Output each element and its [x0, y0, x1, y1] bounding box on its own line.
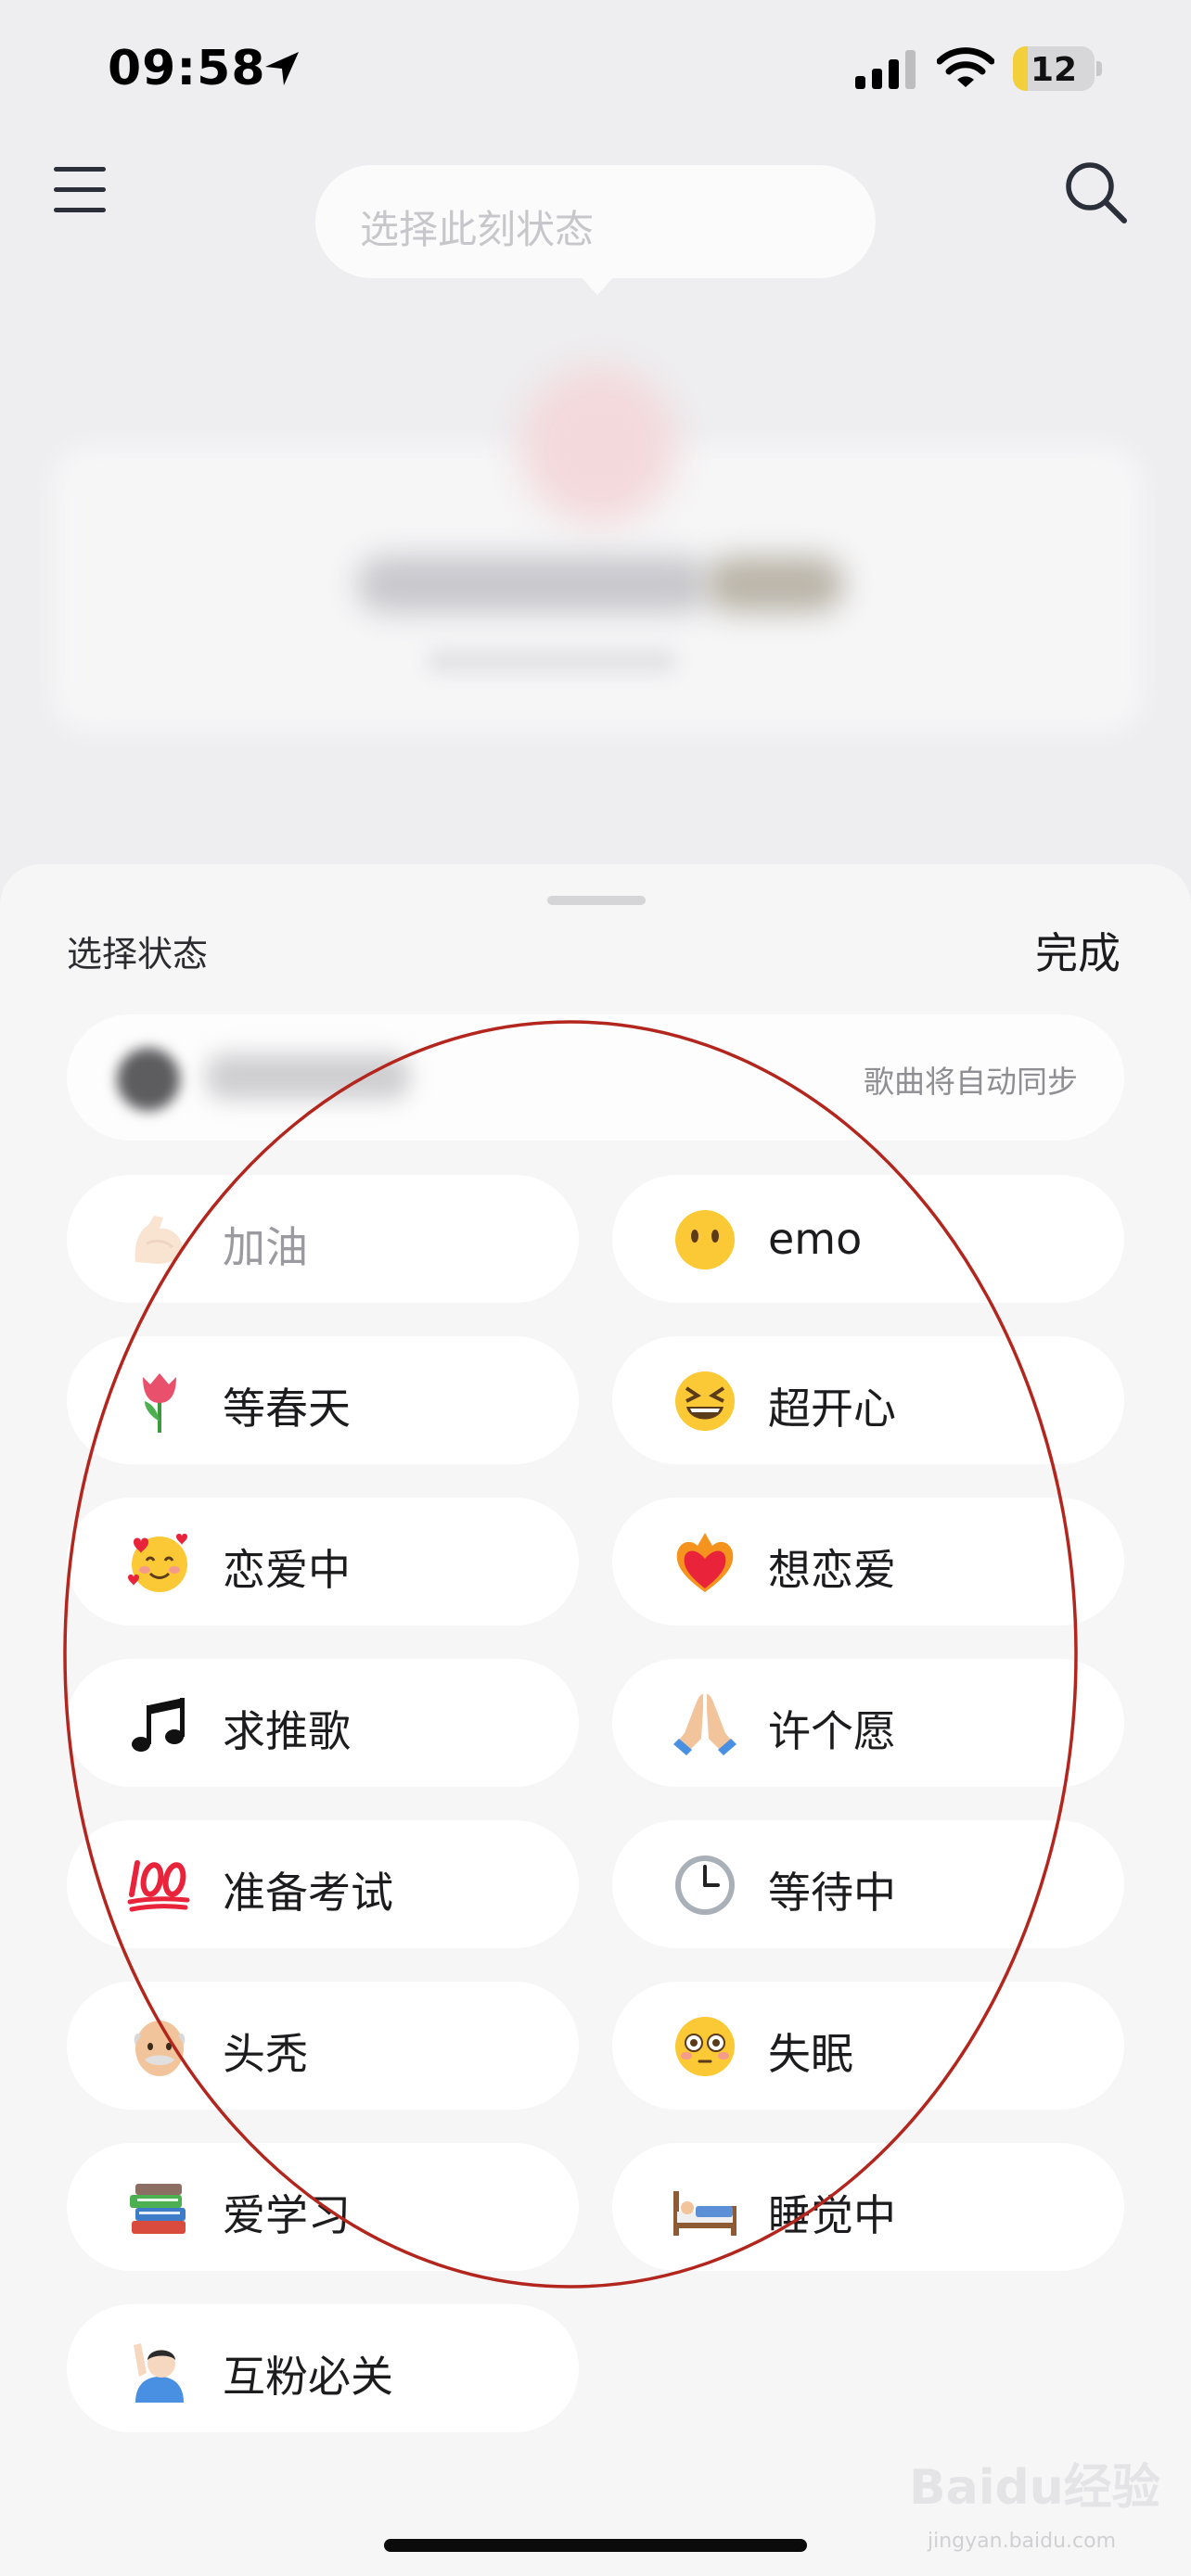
raising-hand-icon — [134, 2343, 184, 2403]
status-chip-label: 恋爱中 — [223, 1545, 351, 1595]
status-picker-sheet: 选择状态 完成 歌曲将自动同步 加油 emo 等春天 超开心 恋爱中 想恋爱 求… — [0, 864, 1191, 2576]
status-chip-label: 超开心 — [768, 1384, 896, 1434]
home-indicator — [384, 2539, 807, 2552]
neutral-face-icon — [675, 1210, 735, 1269]
battery-level: 12 — [1030, 51, 1078, 89]
status-chip-label: 等待中 — [768, 1868, 896, 1918]
status-chip-label: 等春天 — [223, 1384, 351, 1434]
watermark-subtext: jingyan.baidu.com — [928, 2530, 1117, 2553]
heart-on-fire-icon — [676, 1533, 734, 1592]
music-notes-icon — [132, 1698, 185, 1752]
status-chip-chao-kaixin[interactable]: 超开心 — [612, 1336, 1124, 1464]
status-chip-label: emo — [768, 1214, 863, 1264]
status-chip-shimian[interactable]: 失眠 — [612, 1982, 1124, 2110]
status-chip-hufen-biguan[interactable]: 互粉必关 — [67, 2304, 579, 2432]
battery-indicator: 12 — [1013, 46, 1095, 91]
status-time: 09:58 — [108, 41, 266, 96]
blurred-subtext — [427, 649, 677, 673]
blurred-badge — [705, 556, 844, 612]
status-placeholder: 选择此刻状态 — [360, 207, 595, 252]
status-chip-toutu[interactable]: 头秃 — [67, 1982, 579, 2110]
flushed-face-icon — [675, 2017, 735, 2076]
clock-icon — [675, 1855, 735, 1915]
books-icon — [130, 2184, 186, 2234]
hundred-points-icon — [127, 1860, 190, 1912]
bed-icon — [673, 2191, 736, 2236]
status-chip-xiang-lianai[interactable]: 想恋爱 — [612, 1498, 1124, 1626]
status-chip-label: 互粉必关 — [223, 2352, 393, 2402]
cellular-signal-icon — [855, 50, 916, 89]
status-chip-label: 许个愿 — [768, 1706, 896, 1756]
status-chip-lianai-zhong[interactable]: 恋爱中 — [67, 1498, 579, 1626]
status-chip-jiayou[interactable]: 加油 — [67, 1175, 579, 1303]
old-man-icon — [134, 2021, 186, 2076]
squinting-laugh-icon — [675, 1371, 735, 1431]
watermark-text: Baidu经验 — [909, 2460, 1160, 2516]
status-chip-emo[interactable]: emo — [612, 1175, 1124, 1303]
blurred-text — [357, 556, 710, 612]
status-chip-label: 头秃 — [223, 2029, 308, 2079]
status-chip-label: 想恋爱 — [768, 1545, 896, 1595]
status-chip-label: 准备考试 — [223, 1868, 393, 1918]
battery-cap — [1096, 61, 1102, 76]
done-button[interactable]: 完成 — [1035, 920, 1121, 981]
status-chip-label: 爱学习 — [223, 2190, 351, 2240]
music-disc-icon — [117, 1048, 180, 1111]
menu-icon[interactable] — [54, 165, 108, 213]
status-chip-label: 加油 — [223, 1222, 308, 1272]
flexed-biceps-icon — [134, 1216, 183, 1264]
folded-hands-icon — [673, 1694, 736, 1755]
music-sync-note: 歌曲将自动同步 — [864, 1064, 1078, 1100]
listening-music-status[interactable]: 歌曲将自动同步 — [67, 1014, 1124, 1141]
status-bar: 09:58 12 — [0, 0, 1191, 139]
avatar — [519, 366, 677, 524]
blurred-music-label — [206, 1053, 410, 1100]
smiling-hearts-icon — [128, 1534, 187, 1592]
status-chip-zhunbei-kaoshi[interactable]: 准备考试 — [67, 1820, 579, 1948]
status-chip-shuijiao-zhong[interactable]: 睡觉中 — [612, 2143, 1124, 2271]
status-chip-label: 睡觉中 — [768, 2190, 896, 2240]
location-arrow-icon — [265, 52, 299, 85]
status-chip-deng-chuntian[interactable]: 等春天 — [67, 1336, 579, 1464]
sheet-grabber[interactable] — [547, 896, 646, 905]
status-chip-xu-geyuan[interactable]: 许个愿 — [612, 1659, 1124, 1787]
status-chip-label: 求推歌 — [223, 1706, 351, 1756]
status-input-bubble[interactable]: 选择此刻状态 — [315, 165, 876, 295]
sheet-title: 选择状态 — [67, 934, 209, 975]
tulip-icon — [143, 1373, 176, 1433]
status-chip-dengdai-zhong[interactable]: 等待中 — [612, 1820, 1124, 1948]
status-chip-ai-xuexi[interactable]: 爱学习 — [67, 2143, 579, 2271]
search-icon[interactable] — [1063, 159, 1130, 226]
status-chip-label: 失眠 — [768, 2029, 853, 2079]
wifi-icon — [937, 47, 994, 87]
status-chip-qiu-tuige[interactable]: 求推歌 — [67, 1659, 579, 1787]
